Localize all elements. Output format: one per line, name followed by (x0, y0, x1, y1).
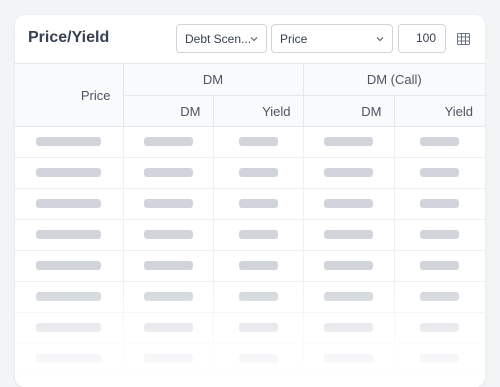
loading-placeholder (420, 261, 460, 270)
loading-placeholder (324, 261, 373, 270)
card-header: Price/Yield Debt Scen... Price 100 (15, 15, 485, 63)
loading-placeholder (324, 199, 373, 208)
table-row (15, 126, 485, 158)
loading-placeholder (238, 199, 278, 208)
loading-placeholder (324, 354, 373, 363)
loading-placeholder (238, 137, 278, 146)
loading-placeholder (36, 354, 102, 363)
dm-call-dm-column-header[interactable]: DM (303, 95, 395, 127)
loading-placeholder (143, 323, 193, 332)
loading-placeholder (143, 261, 193, 270)
loading-placeholder (143, 230, 193, 239)
metric-select-value: Price (280, 31, 308, 46)
table-row (15, 219, 485, 251)
yield-column-header[interactable]: Yield (213, 95, 304, 127)
loading-placeholder (324, 137, 373, 146)
table-row (15, 312, 485, 344)
chevron-down-icon (376, 37, 384, 42)
loading-placeholder (420, 168, 460, 177)
loading-placeholder (324, 323, 373, 332)
loading-placeholder (36, 261, 102, 270)
loading-placeholder (36, 292, 102, 301)
loading-placeholder (238, 261, 278, 270)
loading-placeholder (420, 230, 460, 239)
table-row (15, 281, 485, 313)
loading-placeholder (143, 199, 193, 208)
loading-placeholder (36, 230, 102, 239)
table-row (15, 250, 485, 282)
loading-placeholder (324, 292, 373, 301)
chevron-down-icon (250, 37, 258, 42)
price-yield-card: Price/Yield Debt Scen... Price 100 Price… (15, 15, 485, 387)
loading-placeholder (36, 199, 102, 208)
card-title: Price/Yield (28, 29, 110, 46)
loading-placeholder (143, 292, 193, 301)
loading-placeholder (36, 168, 102, 177)
dm-call-group-header: DM (Call) (303, 63, 485, 96)
loading-placeholder (143, 168, 193, 177)
loading-placeholder (420, 354, 460, 363)
loading-placeholder (238, 168, 278, 177)
loading-placeholder (420, 199, 460, 208)
table-row (15, 157, 485, 189)
table-row (15, 188, 485, 220)
metric-select[interactable]: Price (271, 24, 393, 53)
loading-placeholder (420, 323, 460, 332)
table-body (15, 126, 485, 375)
loading-placeholder (36, 323, 102, 332)
loading-placeholder (238, 292, 278, 301)
loading-placeholder (324, 230, 373, 239)
loading-placeholder (143, 354, 193, 363)
dm-column-header[interactable]: DM (123, 95, 214, 127)
price-column-header[interactable]: Price (15, 63, 124, 127)
loading-placeholder (238, 230, 278, 239)
loading-placeholder (238, 323, 278, 332)
price-yield-table: Price DM DM (Call) DM Yield DM Yield (15, 63, 485, 375)
loading-placeholder (420, 137, 460, 146)
loading-placeholder (324, 168, 373, 177)
loading-placeholder (36, 137, 102, 146)
loading-placeholder (420, 292, 460, 301)
dm-group-header: DM (123, 63, 304, 96)
amount-input[interactable]: 100 (398, 24, 446, 53)
loading-placeholder (238, 354, 278, 363)
scenario-select-value: Debt Scen... (185, 31, 252, 46)
table-row (15, 343, 485, 375)
dm-call-yield-column-header[interactable]: Yield (394, 95, 485, 127)
table-grid-icon[interactable] (457, 33, 470, 45)
scenario-select[interactable]: Debt Scen... (176, 24, 267, 53)
loading-placeholder (143, 137, 193, 146)
